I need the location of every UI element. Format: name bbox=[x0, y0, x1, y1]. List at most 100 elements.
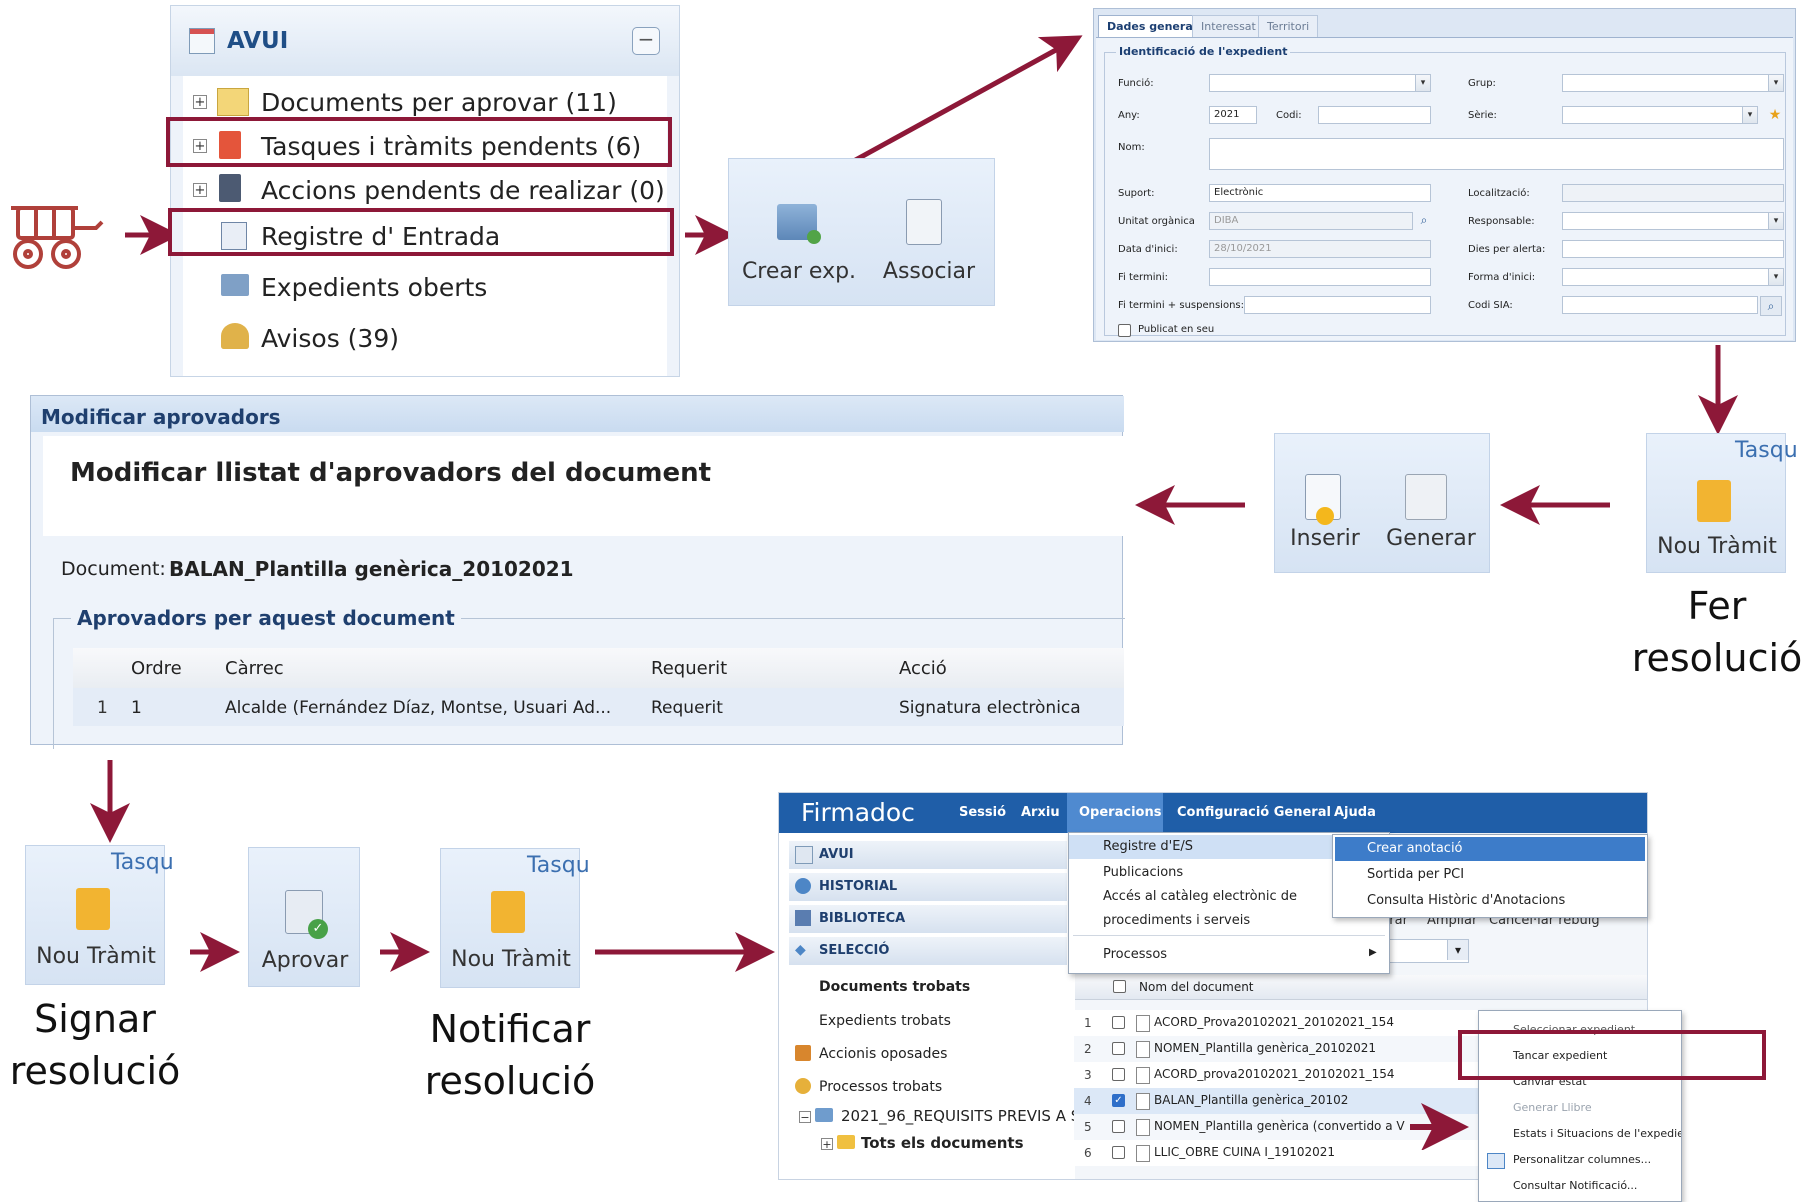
menu-configuracio[interactable]: Configuració General bbox=[1177, 805, 1331, 820]
doc-name[interactable]: LLIC_OBRE CUINA I_19102021 bbox=[1154, 1145, 1416, 1159]
nou-tramit-button[interactable]: Nou Tràmit bbox=[1647, 534, 1787, 559]
create-expedient-button[interactable]: Crear exp. bbox=[739, 259, 859, 284]
label-grup: Grup: bbox=[1468, 78, 1496, 89]
ctx-personalitzar-columnes[interactable]: Personalitzar columnes... bbox=[1513, 1153, 1651, 1166]
doc-name[interactable]: ACORD_Prova20102021_20102021_154 bbox=[1154, 1015, 1416, 1029]
menu-ajuda[interactable]: Ajuda bbox=[1334, 805, 1376, 820]
ctx-estats-situacions[interactable]: Estats i Situacions de l'expedient bbox=[1513, 1127, 1681, 1140]
menu-operacions[interactable]: Operacions bbox=[1079, 805, 1161, 820]
unitat-field[interactable]: DIBA bbox=[1209, 212, 1413, 230]
funcio-select[interactable]: ▾ bbox=[1209, 74, 1431, 92]
avui-item-actions[interactable]: Accions pendents de realizar (0) bbox=[261, 176, 665, 205]
label-data-inici: Data d'inici: bbox=[1118, 244, 1178, 255]
label-dies-alerta: Dies per alerta: bbox=[1468, 244, 1546, 255]
fi-termini-susp-field[interactable] bbox=[1244, 296, 1431, 314]
responsable-select[interactable]: ▾ bbox=[1562, 212, 1784, 230]
doc-name[interactable]: BALAN_Plantilla genèrica_20102 bbox=[1154, 1093, 1386, 1107]
tab-territori[interactable]: Territori bbox=[1258, 15, 1319, 38]
menu-item-cataleg[interactable]: Accés al catàleg electrònic de bbox=[1103, 889, 1297, 904]
approvers-header-title: Modificar aprovadors bbox=[41, 405, 281, 429]
label-publicat: Publicat en seu bbox=[1138, 324, 1215, 335]
doc-name[interactable]: NOMEN_Plantilla genèrica_20102021 bbox=[1154, 1041, 1416, 1055]
search-icon[interactable]: ⌕ bbox=[1416, 212, 1432, 228]
toolbar-title: Tasqu bbox=[527, 853, 590, 878]
menu-item-registre[interactable]: Registre d'E/S bbox=[1103, 839, 1193, 854]
label-fi-termini: Fi termini: bbox=[1118, 272, 1168, 283]
col-requerit[interactable]: Requerit bbox=[651, 658, 727, 679]
nou-tramit-button[interactable]: Nou Tràmit bbox=[441, 947, 581, 972]
localitzacio-field bbox=[1562, 184, 1784, 202]
table-row[interactable]: 1 1 Alcalde (Fernández Díaz, Montse, Usu… bbox=[73, 688, 1124, 726]
search-icon[interactable]: ⌕ bbox=[1760, 296, 1782, 316]
row-checkbox[interactable] bbox=[1112, 1042, 1125, 1055]
document-icon bbox=[1136, 1093, 1150, 1110]
label-suport: Suport: bbox=[1118, 188, 1155, 199]
codi-field[interactable] bbox=[1318, 106, 1431, 124]
submenu-crear-anotacio[interactable]: Crear anotació bbox=[1367, 841, 1463, 856]
avui-item-documents[interactable]: Documents per aprovar (11) bbox=[261, 88, 617, 117]
chevron-down-icon[interactable]: ▾ bbox=[1447, 940, 1468, 960]
expand-icon[interactable]: + bbox=[193, 183, 207, 197]
expand-icon[interactable]: + bbox=[821, 1138, 833, 1150]
gears-icon bbox=[1405, 474, 1447, 520]
any-field[interactable]: 2021 bbox=[1209, 106, 1257, 124]
approve-icon: ✓ bbox=[285, 890, 328, 939]
row-checkbox-checked[interactable]: ✓ bbox=[1112, 1094, 1125, 1107]
serie-select[interactable]: ▾ bbox=[1562, 106, 1758, 124]
ctx-consultar-notificacio[interactable]: Consultar Notificació... bbox=[1513, 1179, 1637, 1192]
row-checkbox[interactable] bbox=[1112, 1120, 1125, 1133]
col-accio[interactable]: Acció bbox=[899, 658, 947, 679]
collapse-icon[interactable]: − bbox=[799, 1111, 811, 1123]
dies-alerta-field[interactable] bbox=[1562, 240, 1784, 258]
row-checkbox[interactable] bbox=[1112, 1146, 1125, 1159]
approvers-section-title: Aprovadors per aquest document bbox=[71, 606, 461, 630]
insert-toolbar: Inserir Generar bbox=[1274, 433, 1490, 573]
star-icon[interactable]: ★ bbox=[1766, 106, 1784, 124]
document-icon bbox=[1136, 1015, 1150, 1032]
menu-sessio[interactable]: Sessió bbox=[959, 805, 1006, 820]
doc-name[interactable]: NOMEN_Plantilla genèrica (convertido a V bbox=[1154, 1119, 1416, 1133]
link-processos-trobats[interactable]: Processos trobats bbox=[819, 1079, 942, 1095]
forma-inici-select[interactable]: ▾ bbox=[1562, 268, 1784, 286]
approve-button[interactable]: Aprovar bbox=[249, 948, 361, 973]
tab-interessat[interactable]: Interessat bbox=[1192, 15, 1265, 38]
tree-tots-documents[interactable]: Tots els documents bbox=[861, 1134, 1024, 1152]
generate-button[interactable]: Generar bbox=[1375, 526, 1487, 551]
codi-sia-field[interactable] bbox=[1562, 296, 1758, 314]
data-inici-field[interactable]: 28/10/2021 bbox=[1209, 240, 1431, 258]
fi-termini-field[interactable] bbox=[1209, 268, 1431, 286]
nom-field[interactable] bbox=[1209, 138, 1784, 170]
avui-item-expedients[interactable]: Expedients oberts bbox=[261, 273, 487, 302]
row-number: 4 bbox=[1084, 1094, 1092, 1108]
caption-fer-resolucio: Fer resolució bbox=[1631, 584, 1803, 680]
collapse-button[interactable]: − bbox=[632, 27, 660, 55]
select-all-checkbox[interactable] bbox=[1113, 980, 1126, 993]
suport-select[interactable]: Electrònic bbox=[1209, 184, 1431, 202]
col-nom-document[interactable]: Nom del document bbox=[1139, 980, 1254, 994]
calendar-icon bbox=[189, 28, 215, 54]
publicat-checkbox[interactable] bbox=[1118, 324, 1131, 337]
menu-arxiu[interactable]: Arxiu bbox=[1021, 805, 1060, 820]
insert-button[interactable]: Inserir bbox=[1275, 526, 1375, 551]
tree-expedient[interactable]: 2021_96_REQUISITS PREVIS A SHV bbox=[841, 1107, 1102, 1125]
submenu-consulta-historic[interactable]: Consulta Històric d'Anotacions bbox=[1367, 893, 1565, 908]
menu-item-publicacions[interactable]: Publicacions bbox=[1103, 865, 1183, 880]
col-carrec[interactable]: Càrrec bbox=[225, 658, 284, 679]
row-checkbox[interactable] bbox=[1112, 1068, 1125, 1081]
doc-name[interactable]: ACORD_prova20102021_20102021_154 bbox=[1154, 1067, 1416, 1081]
link-documents-trobats[interactable]: Documents trobats bbox=[819, 979, 970, 995]
calendar-icon bbox=[795, 846, 813, 864]
menu-item-cataleg-cont[interactable]: procediments i serveis bbox=[1103, 913, 1250, 928]
row-checkbox[interactable] bbox=[1112, 1016, 1125, 1029]
link-expedients-trobats[interactable]: Expedients trobats bbox=[819, 1013, 951, 1029]
link-accions-oposades[interactable]: Accionis oposades bbox=[819, 1046, 947, 1062]
grup-select[interactable]: ▾ bbox=[1562, 74, 1784, 92]
expand-icon[interactable]: + bbox=[193, 95, 207, 109]
submenu-sortida-pci[interactable]: Sortida per PCI bbox=[1367, 867, 1464, 882]
sidebar-seleccio-label: SELECCIÓ bbox=[819, 943, 890, 958]
menu-item-processos[interactable]: Processos bbox=[1103, 947, 1167, 962]
col-ordre[interactable]: Ordre bbox=[131, 658, 182, 679]
associate-button[interactable]: Associar bbox=[869, 259, 989, 284]
nou-tramit-button[interactable]: Nou Tràmit bbox=[26, 944, 166, 969]
avui-item-avisos[interactable]: Avisos (39) bbox=[261, 324, 399, 353]
